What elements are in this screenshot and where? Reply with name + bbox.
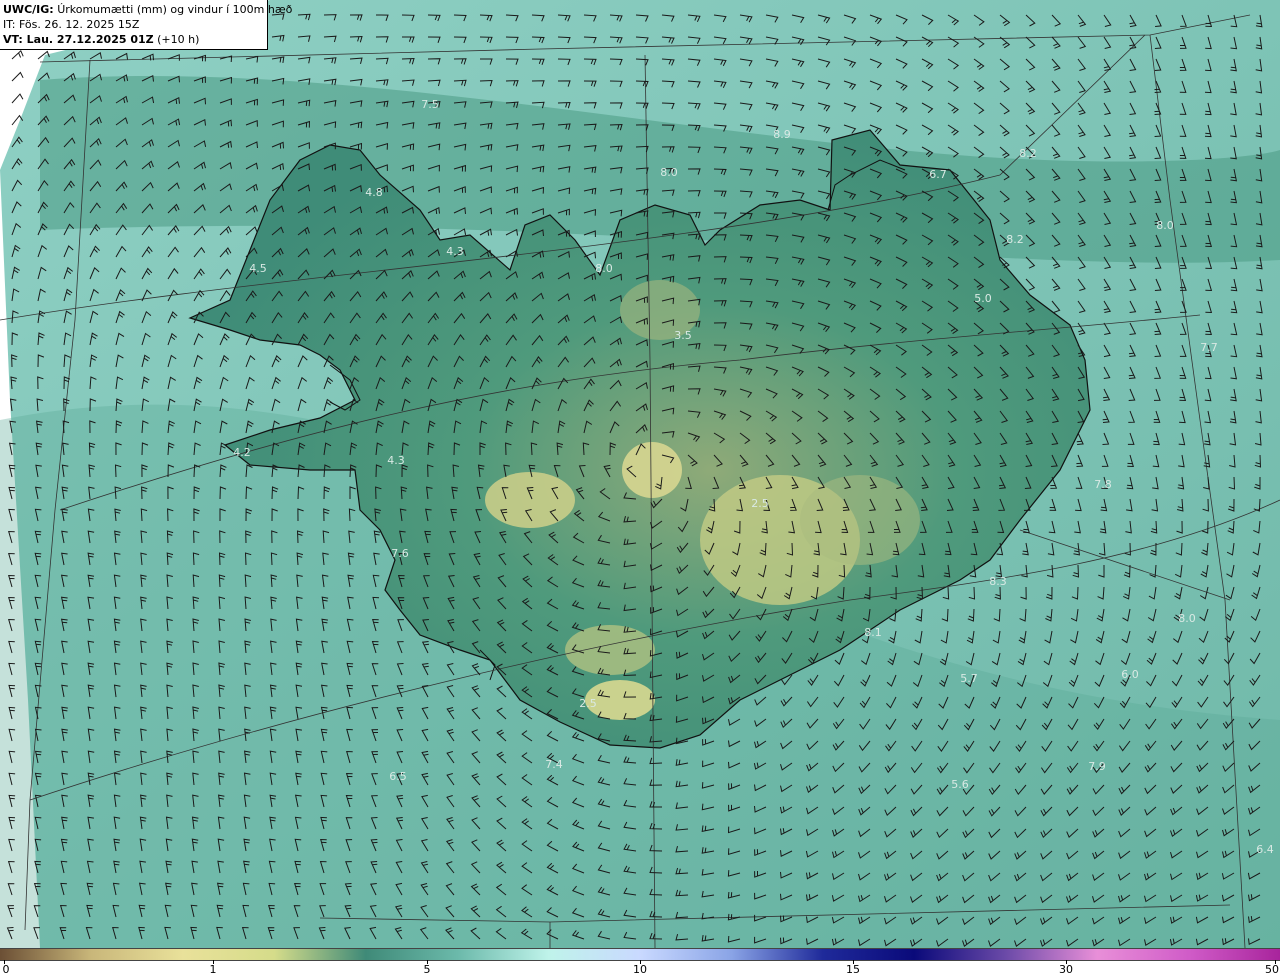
precip-value-label: 2.5 [751, 497, 769, 510]
colorbar-tick-label: 15 [846, 963, 860, 976]
info-box: UWC/IG: Úrkomumætti (mm) og vindur í 100… [0, 0, 292, 50]
precip-value-label: 8.2 [1006, 233, 1024, 246]
colorbar-tick-label: 10 [633, 963, 647, 976]
precip-value-label: 8.2 [1019, 147, 1037, 160]
precip-value-label: 7.4 [545, 758, 563, 771]
precip-value-label: 4.3 [446, 245, 464, 258]
map-title: Úrkomumætti (mm) og vindur í 100m hæð [57, 3, 293, 16]
precip-value-label: 8.3 [989, 575, 1007, 588]
precip-value-label: 2.5 [579, 697, 597, 710]
precip-value-label: 8.0 [1156, 219, 1174, 232]
glacier-highland [485, 472, 575, 528]
initial-time: IT: Fös. 26. 12. 2025 15Z [3, 18, 140, 31]
precip-value-label: 5.7 [960, 672, 978, 685]
precip-value-label: 4.3 [387, 454, 405, 467]
glacier-highland [622, 442, 682, 498]
precip-value-label: 6.4 [1256, 843, 1274, 856]
precip-value-label: 8.9 [773, 128, 791, 141]
precip-value-label: 4.8 [365, 186, 383, 199]
precip-value-label: 7.9 [1088, 760, 1106, 773]
precip-value-label: 5.6 [951, 778, 969, 791]
valid-offset: (+10 h) [157, 33, 200, 46]
valid-time: VT: Lau. 27.12.2025 01Z [3, 33, 154, 46]
colorbar-tick-label: 50 [1265, 963, 1279, 976]
precip-value-label: 3.5 [674, 329, 692, 342]
precip-value-label: 4.5 [249, 262, 267, 275]
precip-value-label: 5.0 [974, 292, 992, 305]
forecast-map: 7.5 8.9 8.2 8.0 6.7 4.8 8.0 8.2 4.3 4.5 8.0 5.0 3.5 7… [0, 0, 1280, 948]
precip-value-label: 8.0 [595, 262, 613, 275]
colorbar-tick-label: 5 [423, 963, 431, 976]
map-canvas: 7.5 8.9 8.2 8.0 6.7 4.8 8.0 8.2 4.3 4.5 8.0 5.0 3.5 7… [0, 0, 1280, 948]
precip-value-label: 7.6 [391, 547, 409, 560]
precip-value-label: 7.8 [1094, 478, 1112, 491]
glacier-highland [565, 625, 655, 675]
precip-value-label: 8.0 [660, 166, 678, 179]
colorbar-tick-label: 1 [209, 963, 217, 976]
model-label: UWC/IG: [3, 3, 54, 16]
precip-value-label: 6.5 [389, 770, 407, 783]
precip-value-label: 8.0 [1178, 612, 1196, 625]
precip-value-label: 6.7 [929, 168, 947, 181]
precip-value-label: 7.7 [1200, 341, 1218, 354]
precip-value-label: 6.0 [1121, 668, 1139, 681]
colorbar-tick-label: 0 [2, 963, 10, 976]
precip-value-label: 4.2 [233, 446, 251, 459]
precip-value-label: 8.1 [864, 626, 882, 639]
precip-value-label: 7.5 [421, 98, 439, 111]
colorbar-tick-label: 30 [1059, 963, 1073, 976]
